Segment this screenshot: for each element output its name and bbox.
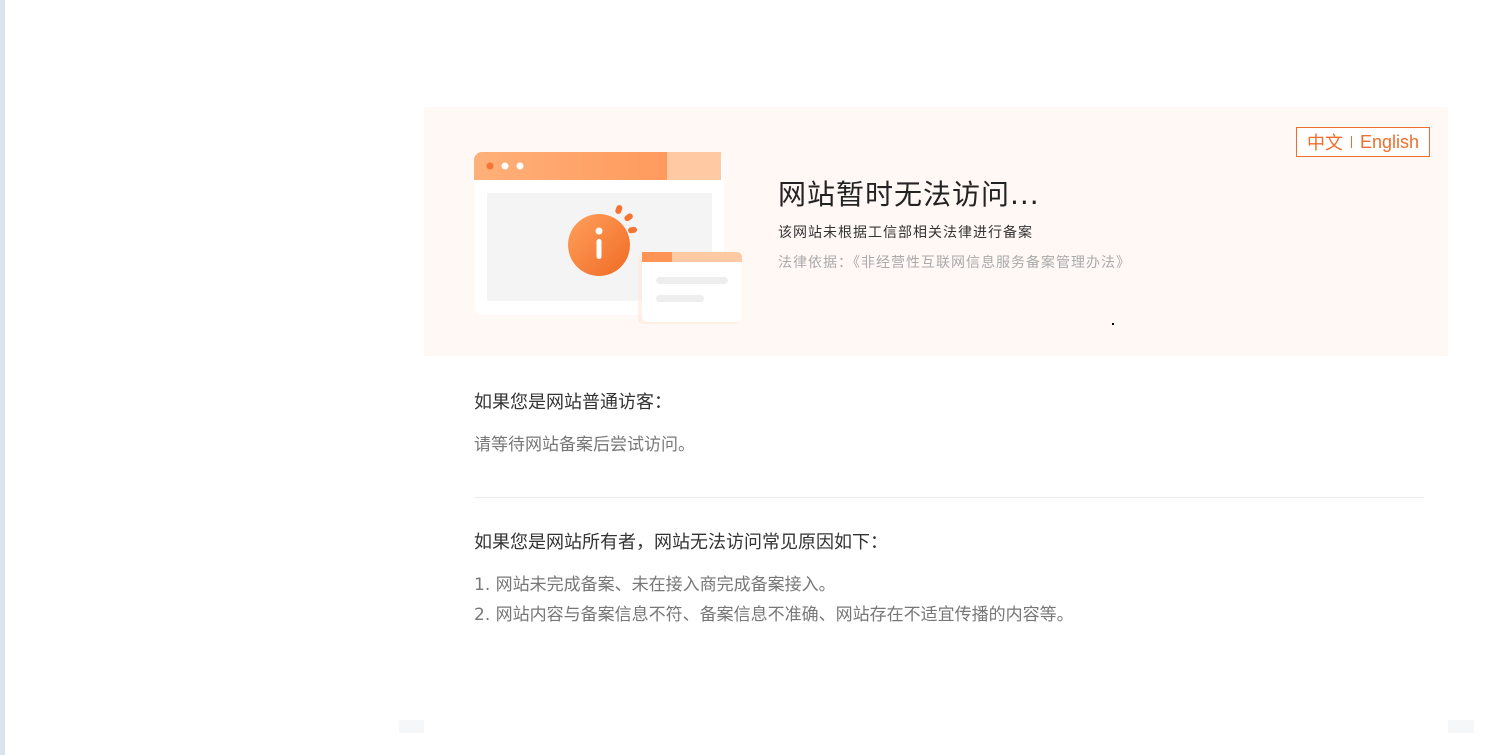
lang-separator [1350,136,1352,148]
visitor-title: 如果您是网站普通访客： [474,392,672,413]
hero-banner: 中文 English 网站暂时无法访问... 该网站未根据工信部相关法律进行备案… [424,107,1448,356]
info-icon [568,214,630,276]
footer-corner-left [399,720,424,733]
reason-list: 1. 网站未完成备案、未在接入商完成备案接入。 2. 网站内容与备案信息不符、备… [474,570,1074,630]
left-edge-strip [0,0,5,755]
visitor-body: 请等待网站备案后尝试访问。 [474,435,695,455]
stray-dot [1112,323,1114,325]
page-title: 网站暂时无法访问... [778,178,1040,211]
footer-corner-right [1448,720,1474,733]
section-divider [474,497,1424,498]
visitor-section: 如果您是网站普通访客： 请等待网站备案后尝试访问。 [474,390,695,460]
list-item: 1. 网站未完成备案、未在接入商完成备案接入。 [474,575,836,595]
legal-basis: 法律依据：《非经营性互联网信息服务备案管理办法》 [778,255,1131,271]
lang-option-zh[interactable]: 中文 [1307,129,1343,155]
hero-text: 网站暂时无法访问... 该网站未根据工信部相关法律进行备案 法律依据：《非经营性… [778,175,1131,273]
owner-section: 如果您是网站所有者，网站无法访问常见原因如下： 1. 网站未完成备案、未在接入商… [474,530,1074,630]
owner-title: 如果您是网站所有者，网站无法访问常见原因如下： [474,532,888,553]
list-item: 2. 网站内容与备案信息不符、备案信息不准确、网站存在不适宜传播的内容等。 [474,605,1074,625]
browser-info-illustration [464,147,754,351]
lang-option-en[interactable]: English [1360,132,1419,153]
hero-subtitle: 该网站未根据工信部相关法律进行备案 [778,225,1033,241]
language-switch: 中文 English [1295,127,1430,157]
